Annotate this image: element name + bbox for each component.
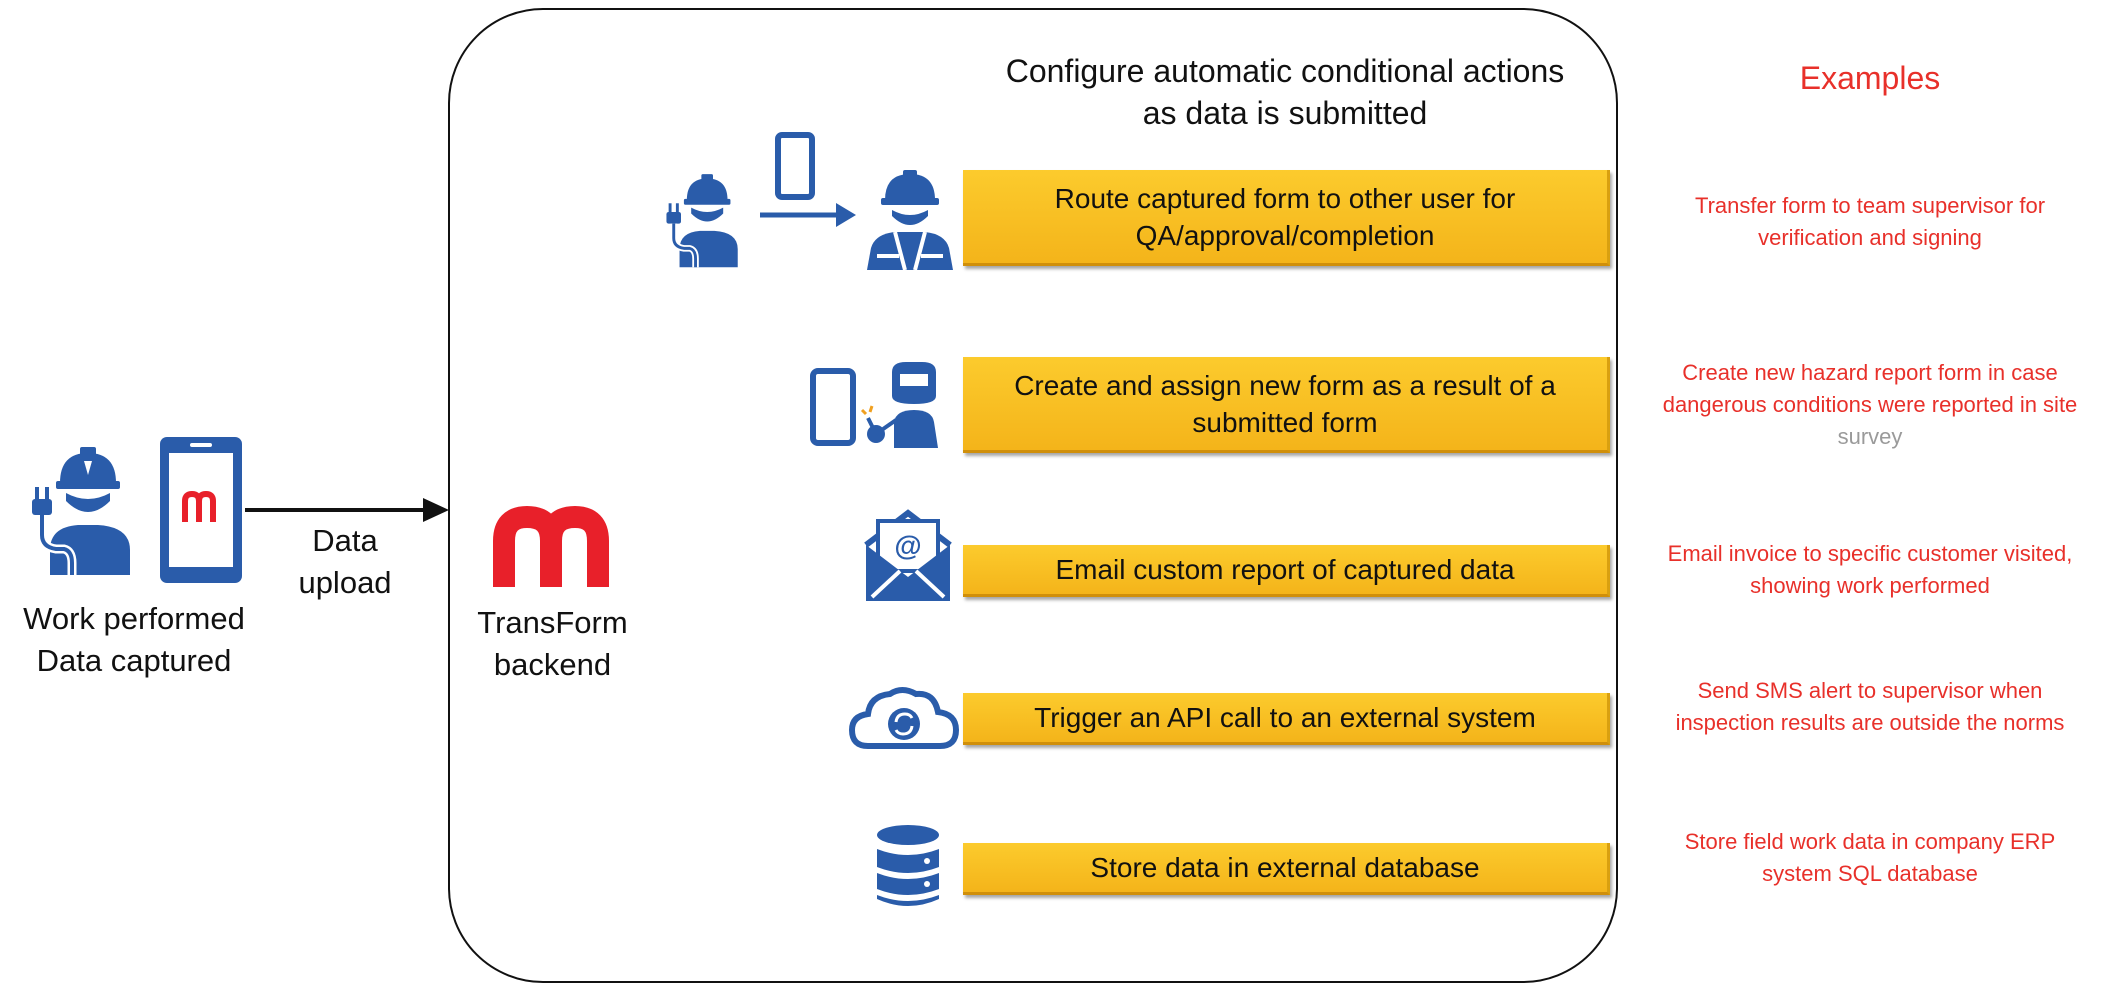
example-route-form: Transfer form to team supervisor for ver… <box>1620 190 2117 254</box>
data-upload-label: Data upload <box>275 520 415 604</box>
data-upload-line1: Data <box>312 523 378 558</box>
example-store-database-line1: Store field work data in company ERP <box>1684 829 2056 854</box>
action-route-form-line2: QA/approval/completion <box>1135 219 1435 251</box>
example-create-form: Create new hazard report form in case da… <box>1620 357 2117 453</box>
example-api-call: Send SMS alert to supervisor when inspec… <box>1620 675 2117 739</box>
action-route-form: Route captured form to other user for QA… <box>963 170 1610 266</box>
backend-label-line1: TransForm <box>477 605 628 640</box>
backend-label: TransForm backend <box>465 602 640 686</box>
database-icon <box>877 825 939 906</box>
phone-with-logo-icon <box>160 437 242 583</box>
welder-icon <box>860 362 938 448</box>
example-email-report: Email invoice to specific customer visit… <box>1620 538 2117 602</box>
example-store-database: Store field work data in company ERP sys… <box>1620 826 2117 890</box>
action-email-report-label: Email custom report of captured data <box>1055 554 1515 585</box>
action-create-form-line2: submitted form <box>1192 406 1378 438</box>
action-create-form: Create and assign new form as a result o… <box>963 357 1610 453</box>
email-icon: @ <box>864 509 952 601</box>
example-email-report-line2: showing work performed <box>1750 573 1990 598</box>
example-route-form-line2: verification and signing <box>1758 225 1982 250</box>
left-caption: Work performed Data captured <box>0 598 268 682</box>
action-store-database-label: Store data in external database <box>1090 852 1480 883</box>
transform-backend-frame <box>448 8 1618 983</box>
examples-title: Examples <box>1799 60 1941 96</box>
supervisor-icon <box>867 170 953 271</box>
actions-heading: Configure automatic conditional actions … <box>975 50 1595 134</box>
example-create-form-line2: dangerous conditions were reported in si… <box>1662 392 2078 417</box>
action-email-report: Email custom report of captured data <box>963 545 1610 597</box>
example-route-form-line1: Transfer form to team supervisor for <box>1694 193 2046 218</box>
example-api-call-line2: inspection results are outside the norms <box>1675 710 2065 735</box>
phone-transfer-icon <box>760 132 856 227</box>
left-caption-line2: Data captured <box>36 643 232 678</box>
svg-text:@: @ <box>894 530 921 561</box>
backend-label-line2: backend <box>493 647 612 682</box>
example-create-form-line1: Create new hazard report form in case <box>1682 360 2058 385</box>
action-store-database: Store data in external database <box>963 843 1610 895</box>
phone-icon <box>810 368 856 446</box>
worker-icon <box>666 174 738 268</box>
example-create-form-line3: survey <box>1837 424 1903 449</box>
data-upload-line2: upload <box>298 565 392 600</box>
action-api-call: Trigger an API call to an external syste… <box>963 693 1610 745</box>
cloud-sync-icon <box>848 687 960 749</box>
actions-heading-line2: as data is submitted <box>1142 95 1428 131</box>
action-route-form-line1: Route captured form to other user for <box>1054 182 1516 214</box>
transform-logo-icon <box>493 505 609 587</box>
left-caption-line1: Work performed <box>23 601 245 636</box>
actions-heading-line1: Configure automatic conditional actions <box>1005 53 1565 89</box>
action-create-form-line1: Create and assign new form as a result o… <box>1014 369 1556 401</box>
example-api-call-line1: Send SMS alert to supervisor when <box>1697 678 2043 703</box>
action-api-call-label: Trigger an API call to an external syste… <box>1034 702 1536 733</box>
example-email-report-line1: Email invoice to specific customer visit… <box>1667 541 2073 566</box>
example-store-database-line2: system SQL database <box>1762 861 1978 886</box>
worker-with-plug-icon <box>32 447 130 575</box>
